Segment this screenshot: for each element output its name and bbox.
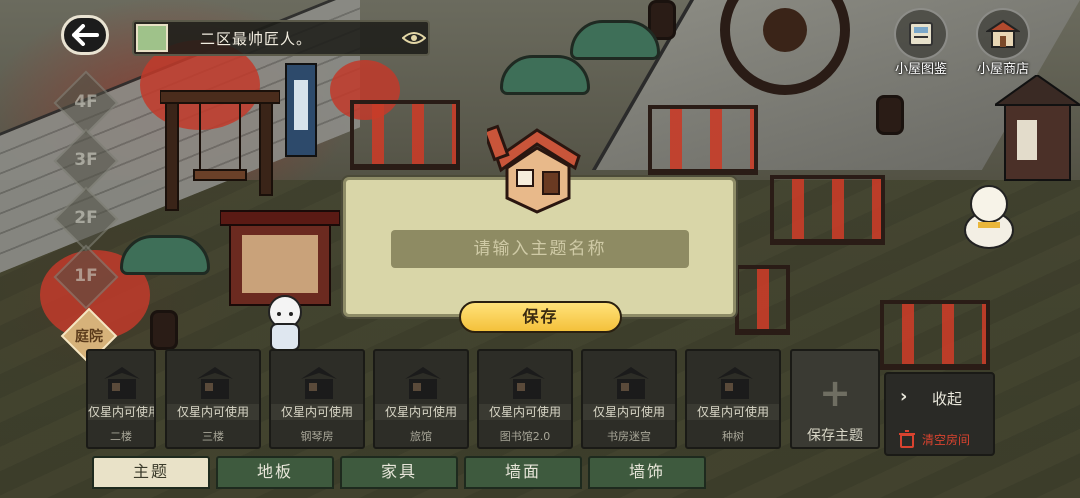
yard-label: 庭院 <box>75 329 103 345</box>
theme-card-tag: 仅星内可使用 <box>687 404 779 420</box>
theme-card-name: 旅馆 <box>410 430 432 443</box>
theme-card-tag: 仅星内可使用 <box>88 404 154 420</box>
house-shop-label: 小屋商店 <box>976 62 1029 77</box>
floor-2f-label: 2F <box>74 208 98 228</box>
bonsai-pot <box>570 20 660 60</box>
clear-room-button[interactable]: 清空房间 <box>886 426 993 454</box>
lantern-fence <box>648 105 758 175</box>
theme-card[interactable]: 仅星内可使用 书房迷宫 <box>581 349 677 449</box>
bonsai-pot <box>120 235 210 275</box>
lantern-fence <box>880 300 990 370</box>
house-icon <box>487 124 581 214</box>
banner-flag <box>285 63 317 157</box>
house-icon <box>301 367 337 399</box>
house-icon <box>197 367 233 399</box>
theme-card-tag: 仅星内可使用 <box>479 404 571 420</box>
stone-lantern <box>876 95 904 135</box>
theme-card-tag: 仅星内可使用 <box>583 404 675 420</box>
eye-icon <box>402 32 426 44</box>
clear-room-label: 清空房间 <box>922 433 971 447</box>
theme-card-name: 三楼 <box>202 430 224 443</box>
lantern-fence <box>735 265 790 335</box>
player-name: 二区最帅匠人。 <box>200 30 313 48</box>
bonsai-pot <box>500 55 590 95</box>
theme-card-tag: 仅星内可使用 <box>375 404 467 420</box>
theme-card[interactable]: 仅星内可使用 种树 <box>685 349 781 449</box>
theme-card-name: 钢琴房 <box>300 430 334 443</box>
tab-wall[interactable]: 墙面 <box>464 456 582 489</box>
tab-theme[interactable]: 主题 <box>92 456 210 489</box>
theme-card[interactable]: 仅星内可使用 二楼 <box>86 349 156 449</box>
theme-card[interactable]: 仅星内可使用 旅馆 <box>373 349 469 449</box>
gear-wheel-decoration <box>720 0 850 95</box>
swing-structure <box>160 90 280 211</box>
theme-card[interactable]: 仅星内可使用 图书馆2.0 <box>477 349 573 449</box>
lantern-fence <box>770 175 885 245</box>
floor-3f-label: 3F <box>74 150 98 170</box>
house-icon <box>509 367 545 399</box>
theme-name-input[interactable] <box>391 230 689 268</box>
lucky-cat-statue <box>964 185 1014 249</box>
side-panel: › 收起 清空房间 <box>884 372 995 456</box>
theme-card[interactable]: 仅星内可使用 钢琴房 <box>269 349 365 449</box>
house-catalog-button[interactable]: 小屋图鉴 <box>890 8 952 77</box>
tab-furniture[interactable]: 家具 <box>340 456 458 489</box>
lantern-fence <box>350 100 460 170</box>
collapse-label: 收起 <box>932 390 963 408</box>
book-icon <box>894 8 948 60</box>
theme-card-name: 二楼 <box>110 430 132 443</box>
house-catalog-label: 小屋图鉴 <box>894 62 947 77</box>
house-icon <box>104 367 140 399</box>
theme-card-tag: 仅星内可使用 <box>167 404 259 420</box>
floor-1f-label: 1F <box>74 266 98 286</box>
shop-building <box>995 75 1080 181</box>
chevron-right-icon: › <box>900 386 908 407</box>
theme-card-name: 种树 <box>722 430 744 443</box>
theme-card-tag: 仅星内可使用 <box>271 404 363 420</box>
floor-4f-label: 4F <box>74 92 98 112</box>
arrow-left-icon <box>72 24 99 46</box>
house-shop-button[interactable]: 小屋商店 <box>972 8 1034 77</box>
character-sprite <box>268 295 302 351</box>
stone-lantern <box>150 310 178 350</box>
save-theme-label: 保存主题 <box>807 428 863 444</box>
plus-icon: + <box>819 371 851 415</box>
house-icon <box>613 367 649 399</box>
back-button[interactable] <box>61 15 109 55</box>
tab-floor[interactable]: 地板 <box>216 456 334 489</box>
save-button[interactable]: 保存 <box>459 301 622 333</box>
house-icon <box>717 367 753 399</box>
theme-card-name: 书房迷宫 <box>607 430 651 443</box>
collapse-button[interactable]: › 收起 <box>886 374 993 420</box>
player-name-bar: 二区最帅匠人。 <box>132 20 430 56</box>
tab-wall-decor[interactable]: 墙饰 <box>588 456 706 489</box>
avatar <box>136 24 168 52</box>
shop-icon <box>976 8 1030 60</box>
theme-card[interactable]: 仅星内可使用 三楼 <box>165 349 261 449</box>
save-theme-card[interactable]: + 保存主题 <box>790 349 880 449</box>
trash-icon <box>899 430 915 448</box>
theme-card-name: 图书馆2.0 <box>499 430 551 443</box>
house-icon <box>405 367 441 399</box>
